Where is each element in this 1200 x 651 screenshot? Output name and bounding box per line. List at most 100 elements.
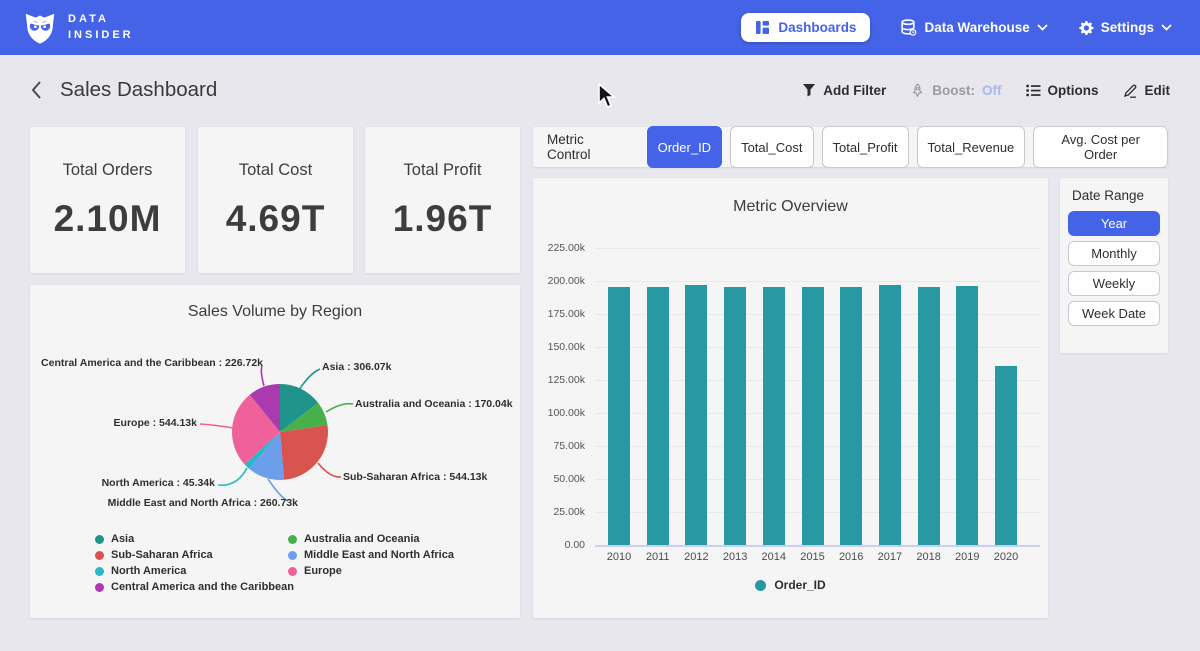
- nav-data-warehouse-button[interactable]: Data Warehouse: [900, 19, 1047, 36]
- pie-slice-sub-saharan-africa[interactable]: [280, 425, 328, 480]
- legend-dot: [95, 535, 104, 544]
- nav-settings-button[interactable]: Settings: [1078, 20, 1172, 36]
- bar-2017[interactable]: [879, 285, 901, 545]
- options-button[interactable]: Options: [1026, 83, 1099, 98]
- metric-control-panel: Metric Control Order_IDTotal_CostTotal_P…: [533, 127, 1168, 167]
- page-header: Sales Dashboard Add Filter Boost: Off: [0, 70, 1200, 110]
- pie-legend-asia[interactable]: Asia: [95, 533, 134, 545]
- legend-label: Australia and Oceania: [304, 533, 420, 545]
- legend-dot: [95, 567, 104, 576]
- x-axis-tick: 2019: [947, 551, 987, 563]
- pie-leader-line: [299, 369, 320, 390]
- legend-label: Sub-Saharan Africa: [111, 549, 213, 561]
- bar-2020[interactable]: [995, 366, 1017, 545]
- date-range-week-date-button[interactable]: Week Date: [1068, 301, 1160, 326]
- pie-legend-australia-and-oceania[interactable]: Australia and Oceania: [288, 533, 420, 545]
- y-axis-tick: 75.00k: [535, 440, 585, 452]
- page-title: Sales Dashboard: [60, 78, 217, 102]
- app: DATA INSIDER Dashboards: [0, 0, 1200, 651]
- date-range-monthly-button[interactable]: Monthly: [1068, 241, 1160, 266]
- metric-chip-order-id[interactable]: Order_ID: [647, 126, 722, 168]
- pie-leader-line: [261, 366, 264, 386]
- y-axis-tick: 150.00k: [535, 341, 585, 353]
- date-range-panel: Date Range YearMonthlyWeeklyWeek Date: [1060, 178, 1168, 353]
- bar-2018[interactable]: [918, 287, 940, 545]
- bar-chart-legend[interactable]: Order_ID: [533, 578, 1048, 592]
- bar-2016[interactable]: [840, 287, 862, 545]
- add-filter-button[interactable]: Add Filter: [802, 83, 886, 98]
- dashboard-toolbar: Add Filter Boost: Off Options: [802, 83, 1170, 98]
- kpi-label: Total Orders: [63, 161, 153, 180]
- brand-line1: DATA: [68, 12, 134, 28]
- pie-label-central-america-and-the-caribbean: Central America and the Caribbean : 226.…: [41, 357, 263, 369]
- edit-button[interactable]: Edit: [1123, 83, 1171, 98]
- metric-chip-total-profit[interactable]: Total_Profit: [822, 126, 909, 168]
- y-axis-tick: 25.00k: [535, 506, 585, 518]
- legend-dot: [95, 583, 104, 592]
- dashboard-grid-icon: [755, 20, 770, 35]
- metric-chip-total-revenue[interactable]: Total_Revenue: [917, 126, 1026, 168]
- edit-label: Edit: [1145, 83, 1171, 98]
- bar-2014[interactable]: [763, 287, 785, 545]
- bar-2019[interactable]: [956, 286, 978, 545]
- filter-icon: [802, 83, 816, 97]
- rocket-icon: [910, 83, 925, 98]
- brand-line2: INSIDER: [68, 28, 134, 44]
- metric-control-label: Metric Control: [547, 132, 631, 162]
- boost-state: Off: [982, 83, 1002, 98]
- x-axis-tick: 2017: [870, 551, 910, 563]
- x-axis-tick: 2013: [715, 551, 755, 563]
- chevron-down-icon: [1037, 24, 1048, 31]
- legend-label: Asia: [111, 533, 134, 545]
- nav-menu: Dashboards Data Warehouse: [741, 13, 1172, 42]
- legend-label: North America: [111, 565, 186, 577]
- date-range-year-button[interactable]: Year: [1068, 211, 1160, 236]
- x-axis-tick: 2010: [599, 551, 639, 563]
- pie-label-middle-east-and-north-africa: Middle East and North Africa : 260.73k: [108, 497, 298, 509]
- kpi-value: 1.96T: [393, 198, 493, 240]
- nav-data-warehouse-label: Data Warehouse: [924, 20, 1029, 35]
- pie-legend-central-america-and-the-caribbean[interactable]: Central America and the Caribbean: [95, 581, 294, 593]
- bar-2015[interactable]: [802, 287, 824, 545]
- date-range-button-group: Year Monthly Weekly Week Date: [1068, 211, 1160, 326]
- x-axis-tick: 2011: [638, 551, 678, 563]
- bar-2010[interactable]: [608, 287, 630, 545]
- metric-chip-total-cost[interactable]: Total_Cost: [730, 126, 813, 168]
- y-axis-tick: 175.00k: [535, 308, 585, 320]
- pie-legend-north-america[interactable]: North America: [95, 565, 186, 577]
- chevron-down-icon: [1161, 24, 1172, 31]
- kpi-label: Total Profit: [404, 161, 482, 180]
- y-axis-tick: 125.00k: [535, 374, 585, 386]
- legend-label: Middle East and North Africa: [304, 549, 454, 561]
- bar-2013[interactable]: [724, 287, 746, 545]
- bar-chart-title: Metric Overview: [533, 198, 1048, 216]
- pie-label-australia-and-oceania: Australia and Oceania : 170.04k: [355, 398, 513, 410]
- date-range-weekly-button[interactable]: Weekly: [1068, 271, 1160, 296]
- owl-logo-icon: [22, 10, 58, 46]
- pie-legend-middle-east-and-north-africa[interactable]: Middle East and North Africa: [288, 549, 454, 561]
- gridline: [595, 248, 1040, 249]
- nav-dashboards-label: Dashboards: [778, 20, 856, 35]
- back-button[interactable]: [30, 80, 42, 100]
- kpi-value: 4.69T: [226, 198, 326, 240]
- pie-legend-europe[interactable]: Europe: [288, 565, 342, 577]
- legend-dot: [95, 551, 104, 560]
- legend-label: Order_ID: [774, 578, 825, 592]
- x-axis-tick: 2018: [909, 551, 949, 563]
- metric-chip-avg-cost-per-order[interactable]: Avg. Cost per Order: [1033, 126, 1168, 168]
- x-axis-tick: 2015: [793, 551, 833, 563]
- kpi-card-total-cost: Total Cost4.69T: [198, 127, 353, 273]
- nav-dashboards-button[interactable]: Dashboards: [741, 13, 870, 42]
- bar-2012[interactable]: [685, 285, 707, 545]
- add-filter-label: Add Filter: [823, 83, 886, 98]
- pie-legend-sub-saharan-africa[interactable]: Sub-Saharan Africa: [95, 549, 213, 561]
- bar-2011[interactable]: [647, 287, 669, 545]
- x-axis-tick: 2016: [831, 551, 871, 563]
- kpi-card-total-orders: Total Orders 2.10M: [30, 127, 185, 273]
- boost-toggle[interactable]: Boost: Off: [910, 83, 1001, 98]
- database-icon: [900, 19, 917, 36]
- kpi-value: 2.10M: [54, 198, 162, 240]
- brand-text: DATA INSIDER: [68, 12, 134, 44]
- chevron-left-icon: [30, 80, 42, 100]
- boost-label: Boost:: [932, 83, 975, 98]
